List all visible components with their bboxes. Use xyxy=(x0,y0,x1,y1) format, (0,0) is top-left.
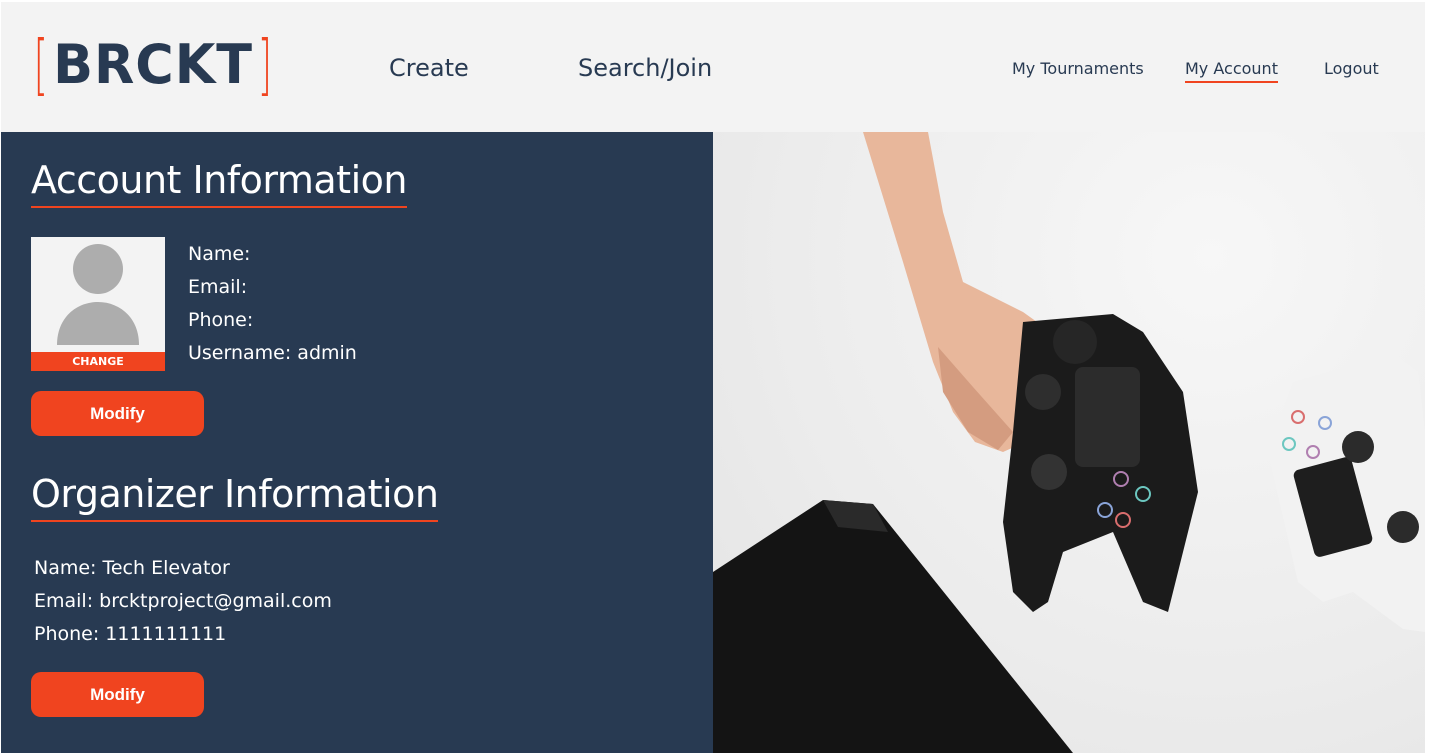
hero-image-game-controllers xyxy=(713,132,1425,753)
user-silhouette-icon xyxy=(57,244,139,345)
account-name-label: Name: xyxy=(188,243,251,265)
nav-create[interactable]: Create xyxy=(389,54,469,82)
nav-logout[interactable]: Logout xyxy=(1324,59,1379,78)
brckt-logo[interactable]: [ BRCKT ] xyxy=(28,26,278,103)
modify-account-button[interactable]: Modify xyxy=(31,391,204,436)
nav-search-join[interactable]: Search/Join xyxy=(578,54,712,82)
logo-text: BRCKT xyxy=(52,33,253,96)
top-header: [ BRCKT ] Create Search/Join My Tourname… xyxy=(1,2,1425,132)
account-email-label: Email: xyxy=(188,276,248,298)
organizer-name-label: Name: Tech Elevator xyxy=(34,557,230,579)
organizer-email-label: Email: brcktproject@gmail.com xyxy=(34,590,332,612)
modify-organizer-button[interactable]: Modify xyxy=(31,672,204,717)
organizer-info-title: Organizer Information xyxy=(31,472,439,522)
account-info-title: Account Information xyxy=(31,158,407,208)
account-panel: Account Information CHANGE Name: Email: … xyxy=(1,132,713,753)
change-avatar-button[interactable]: CHANGE xyxy=(31,352,165,371)
controllers-illustration xyxy=(713,132,1425,753)
account-phone-label: Phone: xyxy=(188,309,254,331)
logo-bracket-right: ] xyxy=(257,26,272,103)
organizer-phone-label: Phone: 1111111111 xyxy=(34,623,227,645)
account-username-label: Username: admin xyxy=(188,342,357,364)
logo-bracket-left: [ xyxy=(33,26,48,103)
nav-my-tournaments[interactable]: My Tournaments xyxy=(1012,59,1144,78)
nav-my-account[interactable]: My Account xyxy=(1185,59,1278,83)
profile-avatar: CHANGE xyxy=(31,237,165,371)
